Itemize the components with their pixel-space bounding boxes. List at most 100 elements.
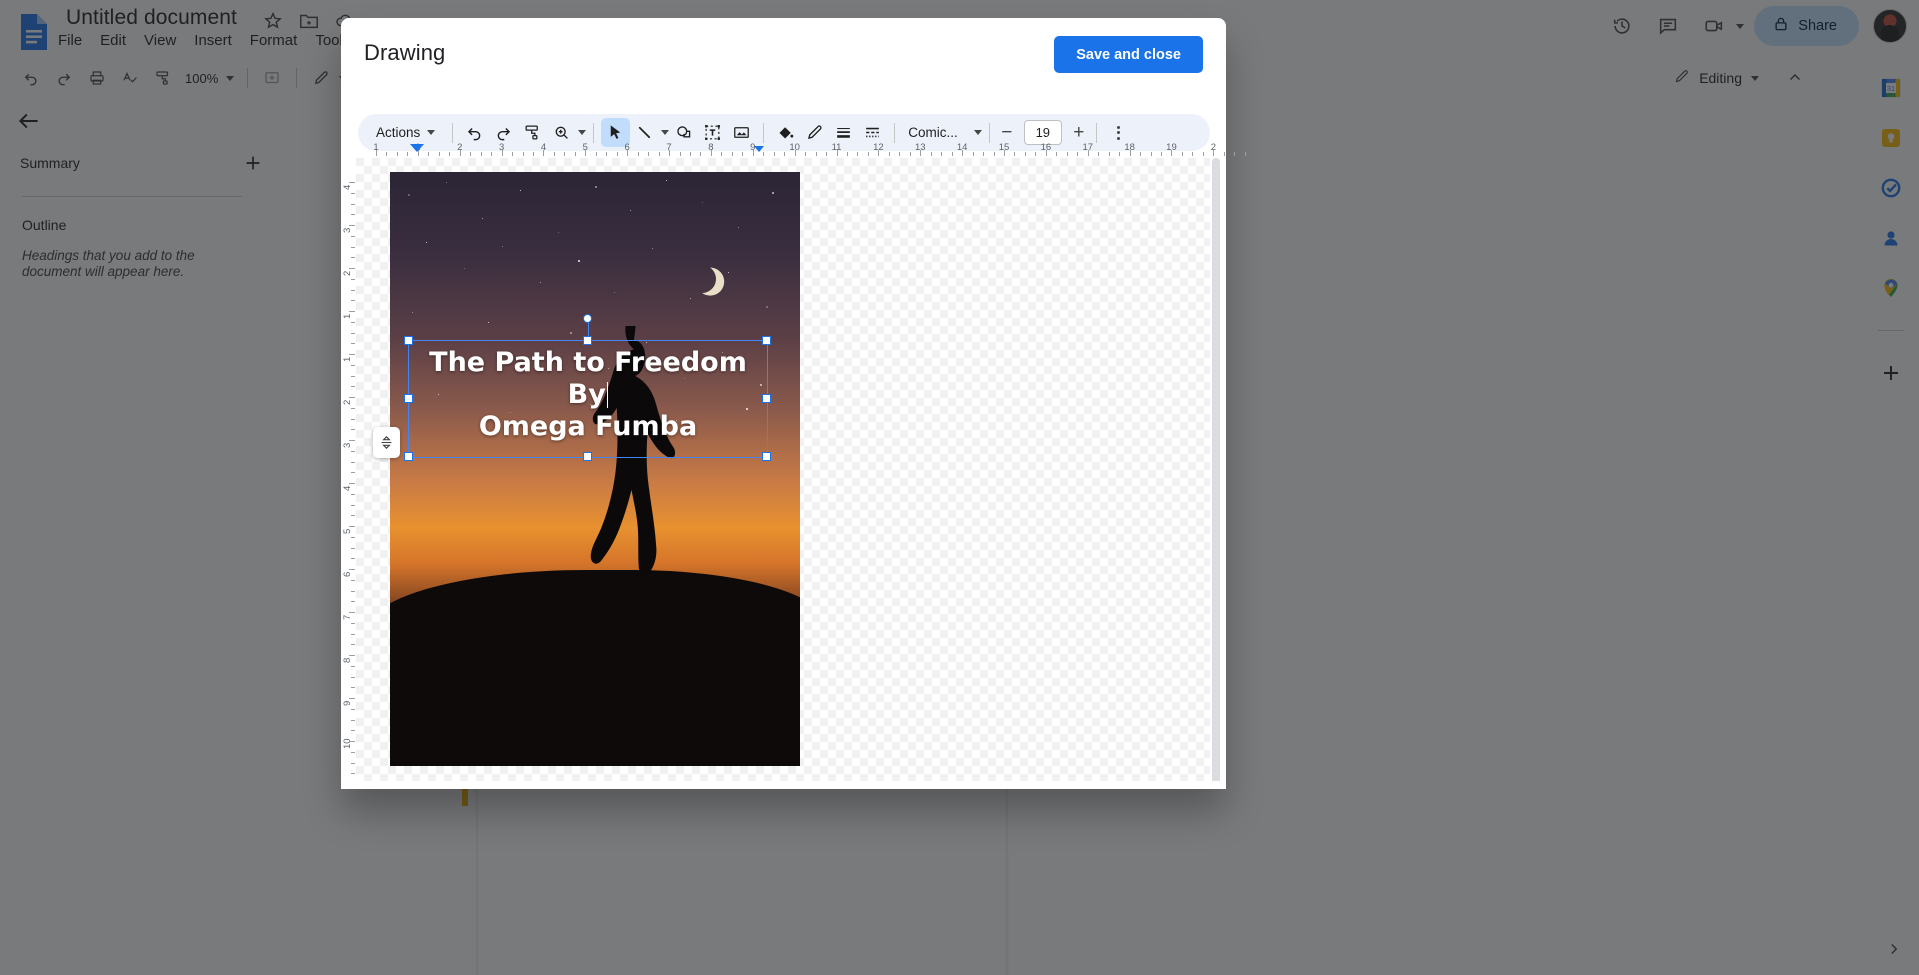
- indent-marker-left[interactable]: [410, 144, 424, 152]
- ruler-tick: [351, 333, 355, 334]
- ruler-tick: [826, 152, 827, 156]
- ruler-tick: [1025, 152, 1026, 156]
- ruler-tick: [564, 152, 565, 156]
- ruler-tick: [690, 152, 691, 156]
- resize-handle-w[interactable]: [404, 394, 413, 403]
- chevron-down-icon[interactable]: [578, 130, 586, 135]
- background-image[interactable]: [390, 172, 800, 766]
- resize-handle-nw[interactable]: [404, 336, 413, 345]
- ruler-tick: [941, 152, 942, 156]
- ruler-tick: [351, 462, 355, 463]
- ruler-tick: [585, 150, 586, 156]
- resize-handle-ne[interactable]: [762, 336, 771, 345]
- ruler-tick: [349, 311, 355, 312]
- ruler-tick: [512, 152, 513, 156]
- ruler-tick: [351, 429, 355, 430]
- resize-handle-sw[interactable]: [404, 452, 413, 461]
- dialog-scrollbar[interactable]: [1212, 158, 1220, 788]
- ruler-tick: [351, 752, 355, 753]
- ruler-tick: [349, 354, 355, 355]
- resize-handle-s[interactable]: [583, 452, 592, 461]
- font-family-select[interactable]: Comic...: [902, 125, 964, 140]
- resize-handle-se[interactable]: [762, 452, 771, 461]
- ruler-tick: [351, 623, 355, 624]
- ruler-tick: [351, 505, 355, 506]
- vertical-ruler[interactable]: 432112345678910: [341, 160, 355, 788]
- ruler-tick: [349, 655, 355, 656]
- ruler-tick: [428, 152, 429, 156]
- save-and-close-button[interactable]: Save and close: [1054, 36, 1203, 73]
- ruler-tick: [805, 152, 806, 156]
- drawing-canvas[interactable]: [356, 158, 1210, 788]
- divider: [894, 123, 895, 143]
- ruler-tick: [351, 548, 355, 549]
- star: [630, 210, 631, 211]
- ruler-tick: [439, 152, 440, 156]
- indent-marker-right[interactable]: [754, 146, 764, 152]
- ruler-tick: [351, 257, 355, 258]
- ruler-tick: [351, 408, 355, 409]
- ruler-tick: [1192, 152, 1193, 156]
- ruler-tick: [1234, 152, 1235, 156]
- ruler-tick: [575, 152, 576, 156]
- actions-label: Actions: [376, 125, 420, 140]
- dialog-header: Drawing Save and close: [341, 18, 1226, 90]
- ruler-number: 2: [342, 271, 353, 276]
- ruler-tick: [351, 193, 355, 194]
- selected-text-box[interactable]: The Path to Freedom By Omega Fumba: [408, 340, 768, 458]
- ruler-tick: [700, 152, 701, 156]
- ruler-tick: [931, 152, 932, 156]
- horizontal-ruler[interactable]: 1123456789101112131415161718192: [358, 142, 1210, 156]
- ruler-tick: [351, 419, 355, 420]
- increase-font-size-button[interactable]: +: [1069, 123, 1089, 142]
- ruler-tick: [502, 150, 503, 156]
- ruler-tick: [910, 152, 911, 156]
- resize-handle-e[interactable]: [762, 394, 771, 403]
- ruler-tick: [1182, 152, 1183, 156]
- decrease-font-size-button[interactable]: −: [997, 123, 1017, 142]
- text-box-content[interactable]: The Path to Freedom By Omega Fumba: [409, 347, 767, 443]
- ruler-tick: [1224, 152, 1225, 156]
- resize-handle-n[interactable]: [583, 336, 592, 345]
- ruler-tick: [349, 397, 355, 398]
- actions-menu-button[interactable]: Actions: [366, 125, 445, 140]
- indent-handle-icon[interactable]: [373, 427, 400, 458]
- ruler-number: 3: [342, 228, 353, 233]
- ruler-tick: [351, 666, 355, 667]
- ruler-tick: [899, 152, 900, 156]
- star: [482, 218, 483, 219]
- ruler-tick: [491, 152, 492, 156]
- ruler-tick: [1046, 150, 1047, 156]
- ruler-tick: [983, 152, 984, 156]
- ruler-tick: [711, 150, 712, 156]
- text-line-1: The Path to Freedom: [409, 347, 767, 379]
- ruler-tick: [1119, 152, 1120, 156]
- chevron-down-icon[interactable]: [974, 130, 982, 135]
- ruler-tick: [659, 152, 660, 156]
- ruler-tick: [1171, 150, 1172, 156]
- ruler-tick: [1067, 152, 1068, 156]
- ruler-tick: [1004, 150, 1005, 156]
- ruler-tick: [351, 644, 355, 645]
- ruler-tick: [386, 152, 387, 156]
- ruler-tick: [351, 451, 355, 452]
- ruler-tick: [349, 268, 355, 269]
- ruler-number: 8: [342, 658, 353, 663]
- ruler-number: 2: [342, 400, 353, 405]
- star: [766, 306, 768, 308]
- ruler-tick: [1151, 152, 1152, 156]
- chevron-down-icon[interactable]: [661, 130, 669, 135]
- ruler-number: 3: [342, 443, 353, 448]
- ruler-tick: [1203, 152, 1204, 156]
- ruler-tick: [351, 365, 355, 366]
- star: [614, 292, 615, 293]
- rotate-handle[interactable]: [583, 314, 592, 323]
- ruler-tick: [543, 150, 544, 156]
- ruler-tick: [351, 343, 355, 344]
- ruler-tick: [952, 152, 953, 156]
- divider: [452, 123, 453, 143]
- ruler-tick: [351, 279, 355, 280]
- ruler-tick: [994, 152, 995, 156]
- star: [502, 246, 503, 247]
- ruler-tick: [351, 677, 355, 678]
